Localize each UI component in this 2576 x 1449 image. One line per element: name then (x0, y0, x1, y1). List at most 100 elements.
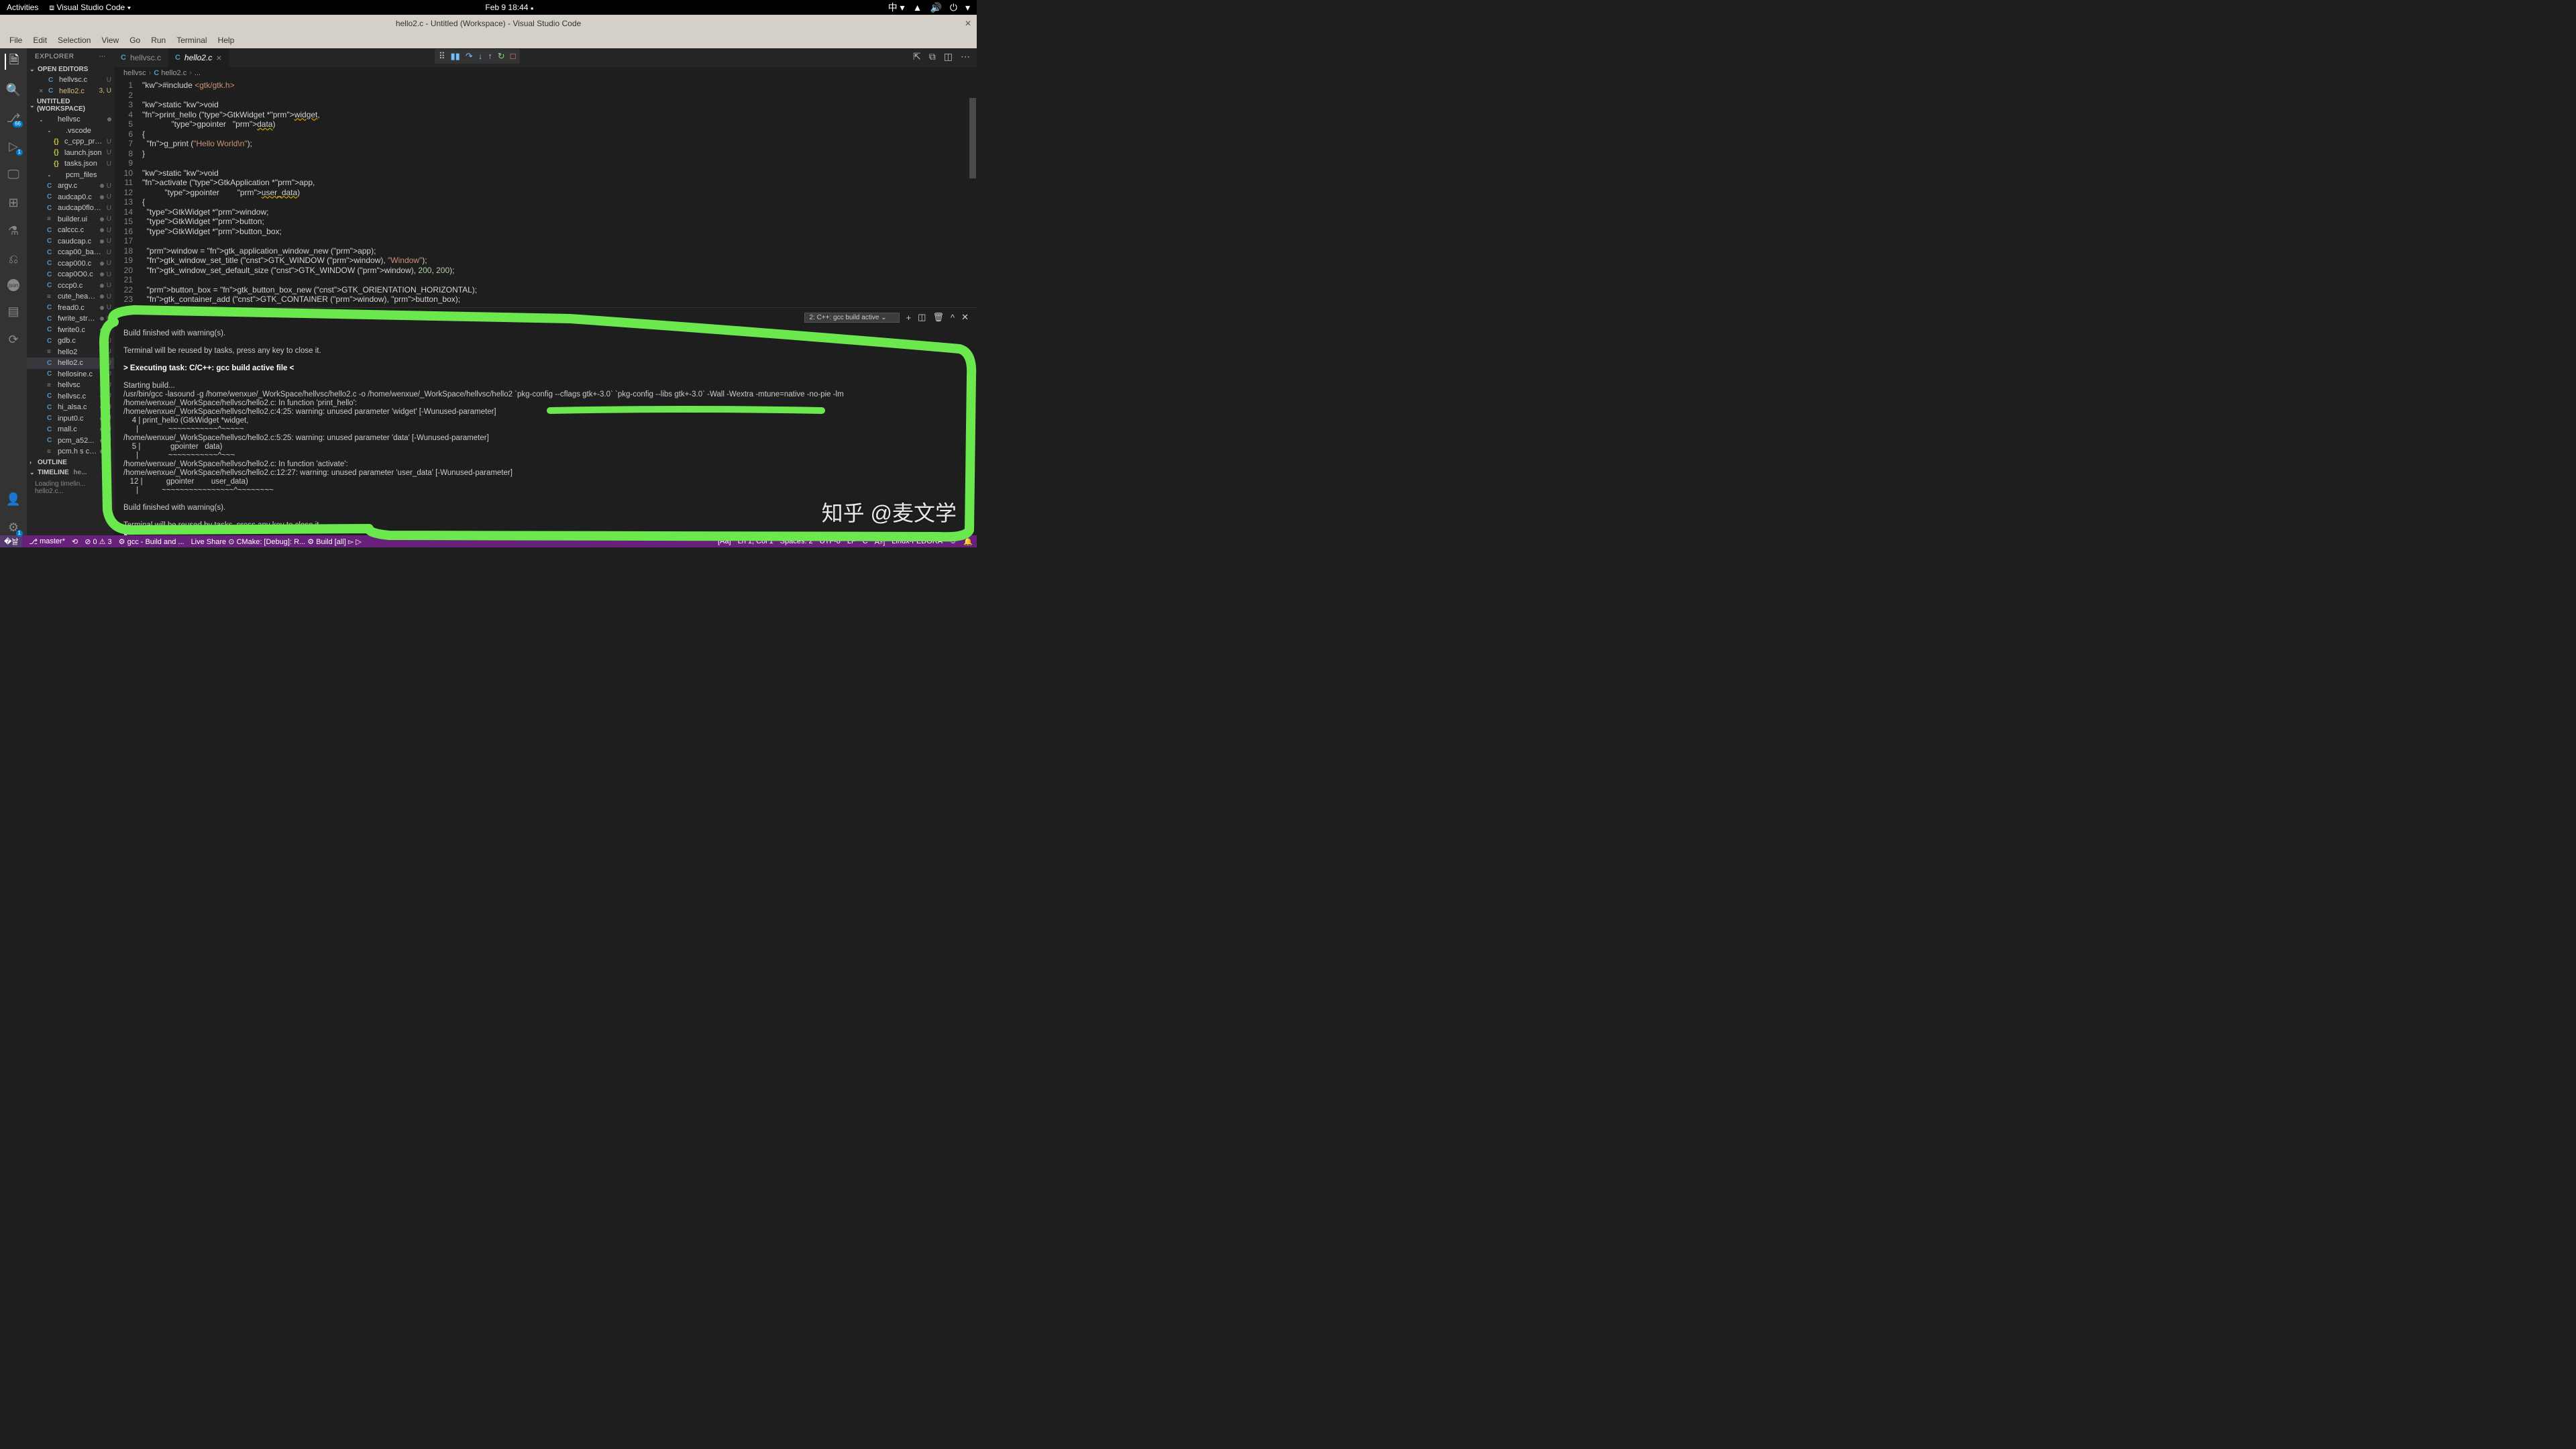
split-terminal-icon[interactable]: ◫ (918, 312, 926, 323)
indentation[interactable]: Spaces: 2 (780, 537, 813, 545)
extra-status[interactable]: Live Share ⊙ CMake: [Debug]: R... ⚙ Buil… (191, 537, 362, 546)
explorer-icon[interactable]: 🗎 (5, 54, 21, 70)
compare-icon[interactable]: ⧉ (929, 51, 936, 62)
breadcrumb[interactable]: hellvsc›C hello2.c›... (114, 67, 977, 79)
file-tree-item[interactable]: Cfread0.cU (27, 303, 114, 314)
open-editor-item[interactable]: Chellvsc.cU (27, 74, 114, 86)
remote-icon[interactable]: 🖵 (5, 166, 21, 182)
file-tree-item[interactable]: Cgdb.cU (27, 335, 114, 347)
file-tree-item[interactable]: Ccalccc.cU (27, 225, 114, 236)
notifications-icon[interactable]: 🔔 (963, 537, 973, 546)
explorer-more-icon[interactable]: ⋯ (99, 53, 107, 60)
source-control-icon[interactable]: ⎇66 (5, 110, 21, 126)
file-tree-item[interactable]: ≡hello2U (27, 347, 114, 358)
file-tree-item[interactable]: Caudcap0.cU (27, 192, 114, 203)
restart-icon[interactable]: ↻ (498, 51, 505, 62)
file-tree-item[interactable]: ≡cute_headers-...U (27, 291, 114, 303)
open-editor-item[interactable]: ×Chello2.c3, U (27, 86, 114, 97)
tweet-status[interactable]: A♭] (875, 537, 885, 546)
file-tree-item[interactable]: Chi_alsa.cU (27, 402, 114, 413)
file-tree-item[interactable]: ≡builder.uiU (27, 214, 114, 225)
file-tree-item[interactable]: Cpcm_a52...U (27, 435, 114, 447)
file-tree-item[interactable]: Caudcap0float.cU (27, 203, 114, 214)
feedback-icon[interactable]: ☺ (949, 537, 957, 545)
settings-icon[interactable]: ⚙1 (5, 519, 21, 535)
step-over-icon[interactable]: ↷ (466, 51, 473, 62)
file-tree-item[interactable]: Chello2.cU (27, 358, 114, 369)
dropdown-icon[interactable]: ▾ (965, 2, 970, 13)
problems-status[interactable]: ⊘ 0 ⚠ 3 (85, 537, 111, 546)
file-tree-item[interactable]: Cinput0.cU (27, 413, 114, 425)
kill-terminal-icon[interactable]: 🗑 (932, 312, 944, 323)
os-status[interactable]: Linux-FEDORA (892, 537, 943, 545)
eol[interactable]: LF (847, 537, 856, 545)
git-icon[interactable]: ⎌ (5, 251, 21, 267)
stop-icon[interactable]: □ (511, 51, 516, 62)
step-into-icon[interactable]: ↓ (478, 51, 483, 62)
search-icon[interactable]: 🔍 (5, 82, 21, 98)
timeline-header[interactable]: ⌄TIMELINE he... (27, 468, 114, 478)
close-panel-icon[interactable]: ✕ (961, 312, 969, 323)
power-icon[interactable]: ⏻ (950, 2, 957, 13)
terminal-selector[interactable]: 2: C++: gcc build active ⌄ (804, 313, 899, 323)
file-tree-item[interactable]: Cccap0O0.cU (27, 269, 114, 280)
workspace-header[interactable]: ⌄UNTITLED (WORKSPACE) (27, 97, 114, 114)
app-menu[interactable]: ⧈ Visual Studio Code ▾ (49, 3, 131, 13)
run-debug-icon[interactable]: ▷1 (5, 138, 21, 154)
account-icon[interactable]: 👤 (5, 491, 21, 507)
volume-icon[interactable]: 🔊 (930, 2, 941, 13)
editor-tab[interactable]: Chellvsc.c (114, 48, 168, 67)
file-tree-item[interactable]: Cfwrite0.cU (27, 325, 114, 336)
menu-go[interactable]: Go (125, 34, 144, 46)
menu-selection[interactable]: Selection (54, 34, 95, 46)
match-case[interactable]: [Aa] (718, 537, 731, 545)
cursor-position[interactable]: Ln 1, Col 1 (738, 537, 773, 545)
file-tree-item[interactable]: Chellosine.cU (27, 369, 114, 380)
file-tree-item[interactable]: ⌄hellvsc (27, 114, 114, 125)
open-editors-header[interactable]: ⌄OPEN EDITORS (27, 64, 114, 74)
file-tree-item[interactable]: {}tasks.jsonU (27, 158, 114, 170)
menu-run[interactable]: Run (147, 34, 170, 46)
outline-header[interactable]: ›OUTLINE (27, 458, 114, 468)
file-tree-item[interactable]: Ccccp0.cU (27, 280, 114, 292)
input-method-icon[interactable]: 中 ▾ (888, 1, 905, 14)
drag-handle-icon[interactable]: ⠿ (439, 51, 445, 62)
editor-tab[interactable]: Chello2.c× (168, 48, 229, 67)
clock[interactable]: Feb 9 18:44 (485, 3, 528, 12)
more-actions-icon[interactable]: ⋯ (961, 51, 970, 62)
json-icon[interactable]: json (7, 279, 19, 291)
menu-view[interactable]: View (97, 34, 123, 46)
window-close-icon[interactable]: ✕ (965, 19, 971, 28)
encoding[interactable]: UTF-8 (820, 537, 841, 545)
test-icon[interactable]: ⚗ (5, 223, 21, 239)
file-tree-item[interactable]: Cccap000.cU (27, 258, 114, 270)
maximize-panel-icon[interactable]: ^ (951, 313, 955, 323)
remote-indicator[interactable]: �놜 (0, 535, 22, 547)
open-changes-icon[interactable]: ⇱ (913, 51, 921, 62)
code-editor[interactable]: 123456789101112131415161718192021222324 … (114, 79, 977, 307)
menu-edit[interactable]: Edit (29, 34, 51, 46)
file-tree-item[interactable]: Cmall.cU (27, 424, 114, 435)
language-mode[interactable]: C (863, 537, 868, 545)
git-branch[interactable]: ⎇ master* (29, 537, 65, 546)
file-tree-item[interactable]: Chellvsc.cU (27, 391, 114, 402)
menu-help[interactable]: Help (214, 34, 239, 46)
network-icon[interactable]: ▲ (913, 2, 922, 13)
file-tree-item[interactable]: Cfwrite_structu...U (27, 313, 114, 325)
sync-icon[interactable]: ⟳ (5, 331, 21, 347)
sync-status[interactable]: ⟲ (72, 537, 78, 546)
pause-icon[interactable]: ▮▮ (451, 51, 460, 62)
menu-terminal[interactable]: Terminal (172, 34, 211, 46)
file-tree-item[interactable]: Ccaudcap.cU (27, 236, 114, 248)
menu-file[interactable]: File (5, 34, 26, 46)
new-terminal-icon[interactable]: + (906, 313, 912, 323)
file-tree-item[interactable]: Cargv.cU (27, 180, 114, 192)
file-tree-item[interactable]: ⌄.vscode (27, 125, 114, 137)
file-tree-item[interactable]: {}launch.jsonU (27, 148, 114, 159)
editor-scrollbar[interactable] (969, 98, 976, 178)
step-out-icon[interactable]: ↑ (488, 51, 492, 62)
bookmark-icon[interactable]: ▤ (5, 303, 21, 319)
split-editor-icon[interactable]: ◫ (944, 51, 953, 62)
extensions-icon[interactable]: ⊞ (5, 195, 21, 211)
activities-button[interactable]: Activities (7, 3, 38, 12)
